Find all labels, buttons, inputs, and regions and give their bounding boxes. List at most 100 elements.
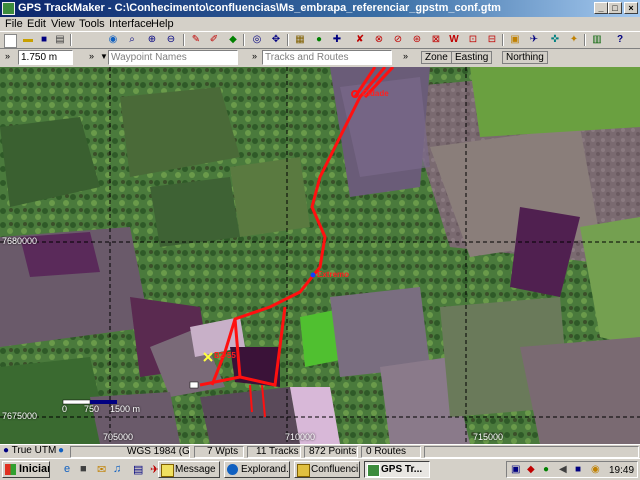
- status-bar: ● True UTM ● WGS 1984 (GPS) 7 Wpts 11 Tr…: [0, 444, 640, 459]
- eye-icon[interactable]: ◎: [250, 33, 264, 47]
- menu-tools[interactable]: Tools: [79, 17, 105, 32]
- projection-status[interactable]: ● True UTM: [0, 446, 58, 458]
- scale-label-start: 0: [62, 404, 68, 414]
- taskbar: Iniciar e ■ ✉ ♫ ▤ ✈ Message ... Exploran…: [0, 458, 640, 480]
- toolbar-separator: [183, 34, 185, 46]
- menu-view[interactable]: View: [51, 17, 75, 32]
- maximize-button[interactable]: □: [608, 2, 622, 14]
- tray-app-icon[interactable]: ●: [543, 464, 549, 475]
- tray-monitor-icon[interactable]: ■: [575, 464, 581, 475]
- help-icon[interactable]: ?: [613, 33, 627, 47]
- link-icon[interactable]: ✜: [548, 33, 562, 47]
- routes-count: 0 Routes: [361, 446, 421, 458]
- gps-app-icon: [367, 464, 380, 477]
- northing-header[interactable]: Northing: [502, 51, 548, 64]
- tag-icon[interactable]: ⊟: [485, 33, 499, 47]
- scale-field[interactable]: 1.750 m: [18, 50, 73, 65]
- zoom-in-icon[interactable]: ⊕: [145, 33, 159, 47]
- arrow-icon: »: [89, 51, 95, 61]
- lock-icon[interactable]: ⊡: [466, 33, 480, 47]
- easting-header[interactable]: Easting: [451, 51, 493, 64]
- tray-status-icon[interactable]: ◉: [591, 464, 600, 475]
- close-button[interactable]: ×: [624, 2, 638, 14]
- waypoints-count: 7 Wpts: [194, 446, 244, 458]
- zone-header[interactable]: Zone: [421, 51, 452, 64]
- scale-label-mid: 750: [84, 404, 100, 414]
- scale-arrow-icon: »: [5, 51, 11, 61]
- toolbar-separator: [502, 34, 504, 46]
- tracks-routes-field[interactable]: Tracks and Routes: [262, 50, 392, 65]
- book-icon[interactable]: ▥: [590, 33, 604, 47]
- gps-icon[interactable]: ◉: [106, 33, 120, 47]
- waypoint-label-2[interactable]: B2-55: [214, 351, 236, 360]
- task-message[interactable]: Message ...: [158, 461, 220, 478]
- waypoint-icon[interactable]: ⊘: [391, 33, 405, 47]
- filter-icon[interactable]: ✘: [353, 33, 367, 47]
- outlook-icon[interactable]: ✉: [97, 463, 106, 476]
- satellite-image: [0, 67, 640, 444]
- task-gps-trackmaker[interactable]: GPS Tr...: [364, 461, 430, 478]
- waypoint-label[interactable]: Extremo: [317, 270, 349, 279]
- open-icon[interactable]: ▬: [21, 33, 35, 47]
- dropdown-arrow-icon[interactable]: ▼: [100, 52, 108, 61]
- gem-icon[interactable]: ◆: [226, 33, 240, 47]
- lock-icon-2[interactable]: ▣: [508, 33, 522, 47]
- clock[interactable]: 19:49: [609, 465, 634, 476]
- window-title: GPS TrackMaker - C:\Conhecimento\conflue…: [18, 2, 501, 14]
- pencil-icon[interactable]: ✎: [189, 33, 203, 47]
- points-count: 872 Points: [304, 446, 358, 458]
- waypoint-names-field[interactable]: Waypoint Names: [108, 50, 238, 65]
- start-button[interactable]: Iniciar: [2, 461, 50, 478]
- globe-icon: ●: [58, 446, 65, 456]
- scale-label-end: 1500 m: [110, 404, 141, 414]
- save-icon[interactable]: ■: [37, 33, 51, 47]
- new-icon[interactable]: [4, 34, 17, 48]
- toolbar-separator: [584, 34, 586, 46]
- system-tray: ▣ ◆ ● ◀ ■ ◉ 19:49: [506, 461, 638, 478]
- waypoint-label-3[interactable]: Cidade: [362, 89, 389, 98]
- map-icon[interactable]: W: [447, 33, 461, 47]
- bulb-icon[interactable]: ✦: [567, 33, 581, 47]
- task-explorer[interactable]: Explorand...: [224, 461, 290, 478]
- arrow-icon-2: »: [252, 51, 258, 61]
- tag-icon-2[interactable]: ✈: [527, 33, 541, 47]
- datum-status: WGS 1984 (GPS): [70, 446, 190, 458]
- folder-icon: [297, 464, 310, 477]
- northing-label-2: 7675000: [2, 411, 38, 421]
- arrow-icon-3: »: [403, 51, 409, 61]
- zoom-out-icon[interactable]: ⊖: [164, 33, 178, 47]
- task-confluencias[interactable]: Confluenci...: [294, 461, 360, 478]
- northing-label: 7680000: [2, 236, 38, 246]
- menu-help[interactable]: Help: [151, 17, 174, 32]
- toolbar-separator: [70, 34, 72, 46]
- menu-interface[interactable]: Interface: [109, 17, 152, 32]
- text-icon[interactable]: ⊠: [429, 33, 443, 47]
- volume-icon[interactable]: ◀: [559, 464, 567, 475]
- toolbar-separator: [243, 34, 245, 46]
- target-icon[interactable]: ▦: [293, 33, 307, 47]
- ruler-icon[interactable]: ✥: [269, 33, 283, 47]
- zoom-icon[interactable]: ⌕: [125, 33, 139, 47]
- browser-icon: [227, 464, 238, 475]
- print-icon[interactable]: ▤: [53, 33, 67, 47]
- ie-icon[interactable]: e: [64, 463, 70, 475]
- explorer-icon[interactable]: ▤: [133, 463, 143, 476]
- menu-file[interactable]: File: [5, 17, 23, 32]
- menu-bar: File Edit View Tools Interface Help: [0, 17, 640, 32]
- windows-logo-icon: [5, 464, 16, 475]
- network-icon[interactable]: ▣: [511, 464, 520, 475]
- status-message: [424, 446, 639, 458]
- app-icon[interactable]: [2, 2, 15, 15]
- find-icon[interactable]: ✚: [330, 33, 344, 47]
- route-icon[interactable]: ⊛: [410, 33, 424, 47]
- antivirus-icon[interactable]: ◆: [527, 464, 535, 475]
- media-icon[interactable]: ♫: [113, 463, 121, 475]
- easting-label-2: 710000: [285, 432, 316, 442]
- menu-edit[interactable]: Edit: [27, 17, 46, 32]
- xy-icon[interactable]: ●: [312, 33, 326, 47]
- quick-launch-icon[interactable]: ■: [80, 463, 87, 475]
- track-icon[interactable]: ⊗: [372, 33, 386, 47]
- minimize-button[interactable]: _: [594, 2, 608, 14]
- pen-icon[interactable]: ✐: [207, 33, 221, 47]
- map-canvas[interactable]: 7680000 7675000 705000 710000 715000 0 7…: [0, 67, 640, 444]
